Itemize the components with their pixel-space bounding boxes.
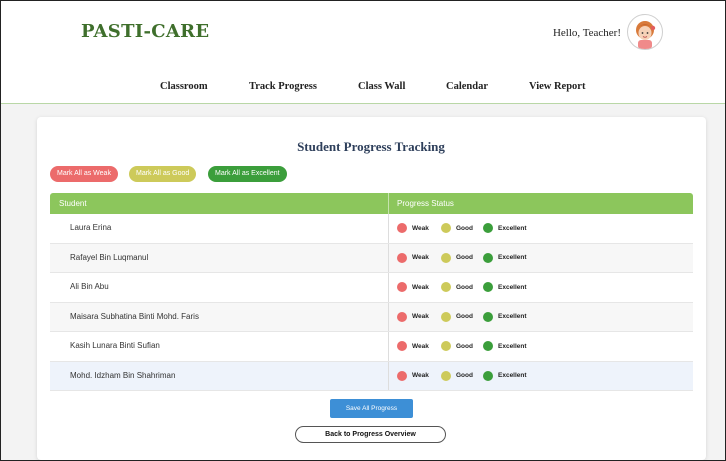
table-row: Ali Bin Abu Weak Good Excellent xyxy=(50,273,693,303)
status-option-label: Excellent xyxy=(498,372,527,379)
status-option-label: Good xyxy=(456,372,473,379)
status-option-excellent[interactable]: Excellent xyxy=(483,370,527,382)
column-header-status: Progress Status xyxy=(397,199,454,208)
good-radio-icon[interactable] xyxy=(441,341,451,351)
status-option-label: Weak xyxy=(412,254,429,261)
column-divider xyxy=(388,243,389,272)
page-title: Student Progress Tracking xyxy=(297,139,445,154)
status-option-label: Good xyxy=(456,224,473,232)
excellent-radio-icon[interactable] xyxy=(483,282,493,292)
weak-radio-icon[interactable] xyxy=(397,341,407,351)
status-option-weak[interactable]: Weak xyxy=(397,340,429,352)
status-option-weak[interactable]: Weak xyxy=(397,222,429,234)
column-divider xyxy=(388,332,389,361)
good-radio-icon[interactable] xyxy=(441,311,451,322)
student-name: Rafayel Bin Luqmanul xyxy=(70,252,149,262)
weak-radio-icon[interactable] xyxy=(397,370,407,381)
excellent-radio-icon[interactable] xyxy=(483,223,493,233)
status-option-good[interactable]: Good xyxy=(441,370,473,382)
top-header: PASTI-CARE Hello, Teacher! Classroom Tra… xyxy=(1,1,725,104)
save-all-progress-button[interactable]: Save All Progress xyxy=(330,399,413,418)
status-option-good[interactable]: Good xyxy=(441,340,473,352)
student-name: Maisara Subhatina Binti Mohd. Faris xyxy=(70,311,199,321)
status-option-excellent[interactable]: Excellent xyxy=(483,340,527,352)
nav-track-progress[interactable]: Track Progress xyxy=(249,81,317,92)
good-radio-icon[interactable] xyxy=(441,252,451,263)
excellent-radio-icon[interactable] xyxy=(483,252,493,263)
status-option-weak[interactable]: Weak xyxy=(397,370,429,382)
status-option-good[interactable]: Good xyxy=(441,222,473,234)
weak-radio-icon[interactable] xyxy=(397,311,407,322)
table-row: Maisara Subhatina Binti Mohd. Faris Weak G… xyxy=(50,302,693,332)
excellent-radio-icon[interactable] xyxy=(483,370,493,381)
student-name: Ali Bin Abu xyxy=(70,282,109,291)
status-option-label: Good xyxy=(456,342,473,350)
mark-all-weak-button[interactable]: Mark All as Weak xyxy=(50,166,118,182)
column-divider xyxy=(388,214,389,243)
table-row: Laura Erina Weak Good Excellent xyxy=(50,214,693,244)
status-option-weak[interactable]: Weak xyxy=(397,252,429,264)
good-radio-icon[interactable] xyxy=(441,223,451,233)
status-option-excellent[interactable]: Excellent xyxy=(483,252,527,264)
student-name: Laura Erina xyxy=(70,223,112,232)
brand-logo[interactable]: PASTI-CARE xyxy=(81,21,209,42)
table-header: Student Progress Status xyxy=(50,193,693,214)
status-option-label: Good xyxy=(456,313,473,320)
nav-class-wall[interactable]: Class Wall xyxy=(358,81,405,92)
status-option-label: Good xyxy=(456,254,473,261)
weak-radio-icon[interactable] xyxy=(397,252,407,263)
app-window: PASTI-CARE Hello, Teacher! Classroom Tra… xyxy=(0,0,726,461)
nav-classroom[interactable]: Classroom xyxy=(160,81,208,92)
status-option-label: Weak xyxy=(412,224,429,232)
status-option-label: Excellent xyxy=(498,342,527,350)
table-row: Mohd. Idzham Bin Shahriman Weak Good Excell… xyxy=(50,361,693,391)
status-option-label: Weak xyxy=(412,313,429,320)
status-option-label: Excellent xyxy=(498,313,527,320)
column-header-student: Student xyxy=(59,199,87,208)
avatar-icon xyxy=(636,21,656,49)
good-radio-icon[interactable] xyxy=(441,370,451,381)
column-divider xyxy=(388,361,389,390)
status-option-label: Weak xyxy=(412,372,429,379)
status-option-label: Excellent xyxy=(498,254,527,261)
status-option-label: Weak xyxy=(412,342,429,350)
main-nav: Classroom Track Progress Class Wall Cale… xyxy=(1,81,725,97)
excellent-radio-icon[interactable] xyxy=(483,311,493,322)
status-option-excellent[interactable]: Excellent xyxy=(483,281,527,293)
status-option-excellent[interactable]: Excellent xyxy=(483,222,527,234)
table-body: Laura Erina Weak Good Excellent Rafayel Bin … xyxy=(50,214,693,391)
good-radio-icon[interactable] xyxy=(441,282,451,292)
student-name: Kasih Lunara Binti Sufian xyxy=(70,341,160,350)
weak-radio-icon[interactable] xyxy=(397,223,407,233)
teacher-avatar[interactable] xyxy=(627,14,663,50)
excellent-radio-icon[interactable] xyxy=(483,341,493,351)
mark-all-excellent-button[interactable]: Mark All as Excellent xyxy=(208,166,287,182)
back-to-overview-button[interactable]: Back to Progress Overview xyxy=(295,426,446,443)
status-option-label: Excellent xyxy=(498,224,527,232)
status-option-good[interactable]: Good xyxy=(441,281,473,293)
table-row: Kasih Lunara Binti Sufian Weak Good Excelle… xyxy=(50,332,693,362)
column-divider xyxy=(388,302,389,331)
weak-radio-icon[interactable] xyxy=(397,282,407,292)
column-divider xyxy=(388,273,389,302)
status-option-good[interactable]: Good xyxy=(441,252,473,264)
status-option-label: Good xyxy=(456,283,473,291)
nav-view-report[interactable]: View Report xyxy=(529,81,585,92)
status-option-label: Weak xyxy=(412,283,429,291)
status-option-label: Excellent xyxy=(498,283,527,291)
table-row: Rafayel Bin Luqmanul Weak Good Excellent xyxy=(50,243,693,273)
header-divider xyxy=(388,193,389,214)
status-option-excellent[interactable]: Excellent xyxy=(483,311,527,323)
status-option-weak[interactable]: Weak xyxy=(397,311,429,323)
greeting-text: Hello, Teacher! xyxy=(552,27,621,39)
nav-calendar[interactable]: Calendar xyxy=(446,81,488,92)
progress-table: Student Progress Status Laura Erina Weak G… xyxy=(50,193,693,391)
mark-all-good-button[interactable]: Mark All as Good xyxy=(129,166,197,182)
student-name: Mohd. Idzham Bin Shahriman xyxy=(70,370,176,380)
status-option-weak[interactable]: Weak xyxy=(397,281,429,293)
status-option-good[interactable]: Good xyxy=(441,311,473,323)
